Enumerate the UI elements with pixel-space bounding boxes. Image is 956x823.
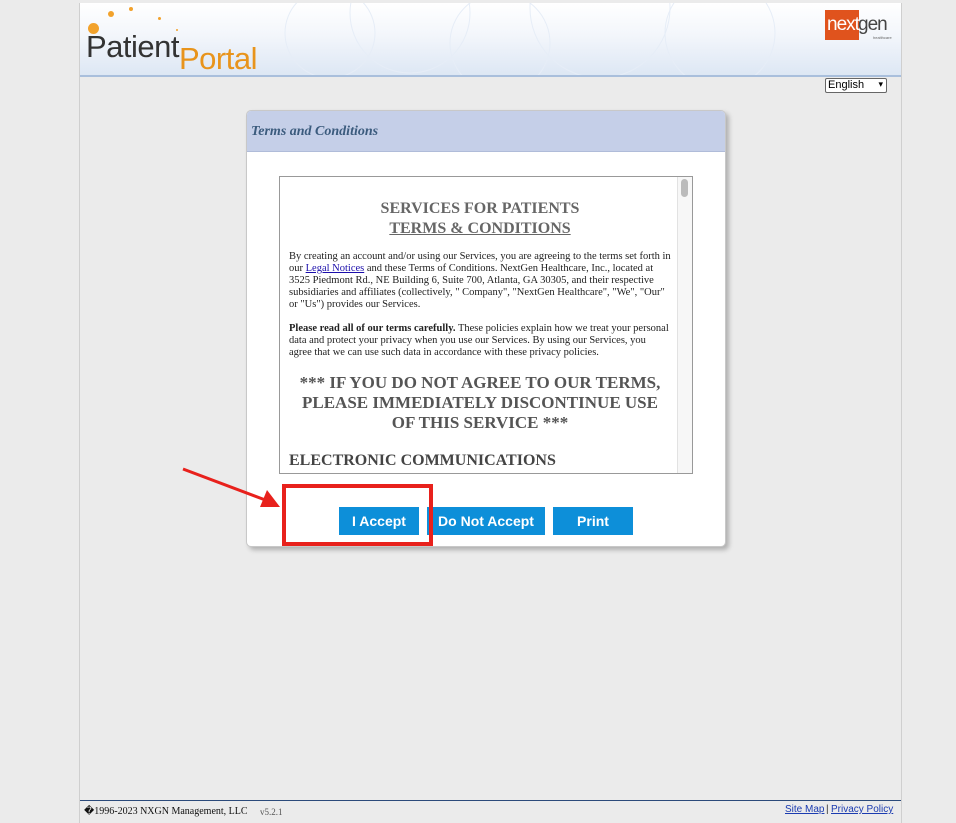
brand-subtext: healthcare: [873, 35, 892, 40]
dialog-header: Terms and Conditions: [247, 111, 725, 152]
header-banner: Patient Portal next gen healthcare: [80, 3, 901, 77]
brand-text-left: next: [827, 14, 860, 35]
terms-dialog: Terms and Conditions SERVICES FOR PATIEN…: [246, 110, 726, 547]
p2-bold: Please read all of our terms carefully.: [289, 323, 456, 334]
scrollbar-thumb[interactable]: [681, 179, 688, 197]
section-heading: ELECTRONIC COMMUNICATIONS: [289, 452, 556, 469]
do-not-accept-button[interactable]: Do Not Accept: [427, 507, 545, 535]
logo-dot: [129, 7, 133, 11]
terms-warning: *** IF YOU DO NOT AGREE TO OUR TERMS, PL…: [299, 373, 661, 432]
site-map-link[interactable]: Site Map: [785, 804, 824, 815]
copyright-text: �1996-2023 NXGN Management, LLC: [84, 806, 248, 817]
footer-separator: |: [826, 804, 829, 815]
terms-scroll-area[interactable]: SERVICES FOR PATIENTS TERMS & CONDITIONS…: [279, 176, 693, 474]
terms-paragraph-2: Please read all of our terms carefully. …: [289, 323, 671, 359]
annotation-arrow-icon: [182, 467, 280, 507]
brand-text-right: gen: [858, 14, 888, 35]
page-container: Patient Portal next gen healthcare Engli…: [79, 3, 902, 823]
legal-notices-link[interactable]: Legal Notices: [306, 263, 365, 274]
annotation-highlight-box: [282, 484, 433, 546]
terms-paragraph-1: By creating an account and/or using our …: [289, 251, 671, 311]
chevron-down-icon: ▾: [878, 79, 883, 89]
terms-content: SERVICES FOR PATIENTS TERMS & CONDITIONS…: [289, 177, 671, 471]
logo-text-patient: Patient: [86, 29, 180, 64]
footer: �1996-2023 NXGN Management, LLC v5.2.1 S…: [80, 800, 901, 821]
logo-dot: [108, 11, 114, 17]
terms-scrollbar[interactable]: [677, 177, 692, 473]
dialog-title: Terms and Conditions: [251, 124, 379, 139]
nextgen-logo: next gen healthcare: [825, 10, 899, 40]
language-value: English: [828, 79, 865, 91]
logo-dot: [158, 17, 161, 20]
print-button[interactable]: Print: [553, 507, 633, 535]
privacy-policy-link[interactable]: Privacy Policy: [831, 804, 893, 815]
terms-subheading: TERMS & CONDITIONS: [389, 220, 571, 237]
terms-heading: SERVICES FOR PATIENTS: [380, 200, 580, 217]
version-text: v5.2.1: [260, 807, 283, 817]
language-select[interactable]: English ▾: [825, 78, 887, 93]
logo-text-portal: Portal: [179, 41, 257, 76]
